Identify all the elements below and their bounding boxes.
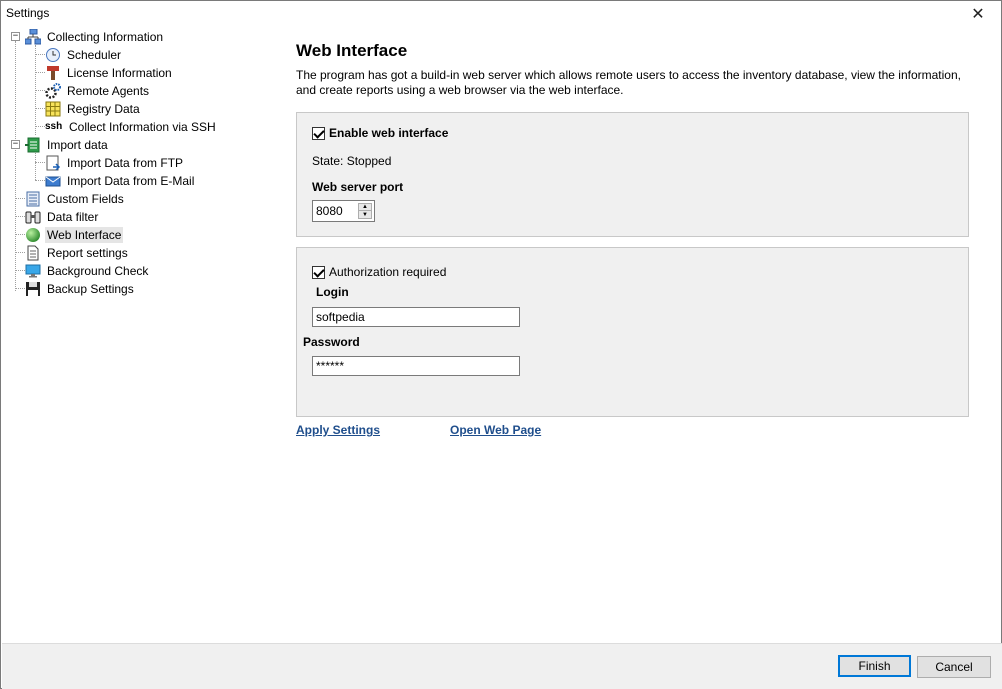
tree-item-label: Collect Information via SSH xyxy=(69,120,216,134)
import-icon xyxy=(25,137,41,153)
checkbox-check-icon xyxy=(312,265,325,279)
list-icon xyxy=(25,191,41,207)
report-icon xyxy=(25,245,41,261)
title-bar: Settings ✕ xyxy=(1,1,1001,27)
tree-connector xyxy=(35,180,45,181)
tree-item-import-email[interactable]: Import Data from E-Mail xyxy=(45,172,196,190)
tree-item-label: Import Data from E-Mail xyxy=(67,174,195,188)
tree-item-label: Web Interface xyxy=(45,227,124,243)
ssh-icon: ssh xyxy=(45,121,63,132)
page-description: The program has got a build-in web serve… xyxy=(296,68,961,97)
tree-item-license-information[interactable]: License Information xyxy=(45,64,174,82)
close-icon[interactable]: ✕ xyxy=(955,1,1001,27)
tree-connector xyxy=(15,270,25,271)
apply-settings-link[interactable]: Apply Settings xyxy=(296,423,380,437)
globe-icon xyxy=(25,227,41,243)
login-field[interactable] xyxy=(312,307,520,327)
tree-connector xyxy=(35,126,45,127)
tree-connector xyxy=(35,162,45,163)
collapse-icon[interactable]: − xyxy=(11,32,20,41)
spin-down-icon[interactable]: ▼ xyxy=(359,211,371,218)
server-state-text: State: Stopped xyxy=(312,154,392,168)
tree-item-background-check[interactable]: Background Check xyxy=(25,262,150,280)
tree-item-collect-ssh[interactable]: ssh Collect Information via SSH xyxy=(45,118,218,136)
tree-item-label: Registry Data xyxy=(67,102,140,116)
tree-item-label: Import data xyxy=(47,138,108,152)
tree-item-web-interface[interactable]: Web Interface xyxy=(25,226,124,244)
tree-item-import-ftp[interactable]: Import Data from FTP xyxy=(45,154,185,172)
tree-item-collecting-information[interactable]: Collecting Information xyxy=(24,28,165,46)
tree-connector xyxy=(35,153,36,180)
spin-up-icon[interactable]: ▲ xyxy=(359,204,371,211)
settings-tree: − − Collecting Information Scheduler Lic… xyxy=(2,28,280,642)
enable-web-interface-checkbox[interactable]: Enable web interface xyxy=(312,126,448,140)
window-title: Settings xyxy=(6,6,50,20)
tree-item-label: Scheduler xyxy=(67,48,122,62)
tree-connector xyxy=(15,198,25,199)
binoculars-icon xyxy=(25,209,41,225)
spinner-arrows[interactable]: ▲ ▼ xyxy=(358,203,372,219)
collapse-icon[interactable]: − xyxy=(11,140,20,149)
network-icon xyxy=(24,28,42,45)
gears-icon xyxy=(45,83,61,99)
ftp-import-icon xyxy=(45,155,61,171)
tree-connector xyxy=(15,252,25,253)
authorization-required-label: Authorization required xyxy=(329,265,447,279)
monitor-icon xyxy=(25,263,41,279)
tree-item-data-filter[interactable]: Data filter xyxy=(25,208,100,226)
clock-icon xyxy=(45,47,61,63)
tree-item-registry-data[interactable]: Registry Data xyxy=(45,100,142,118)
mail-import-icon xyxy=(45,173,61,189)
tree-item-remote-agents[interactable]: Remote Agents xyxy=(45,82,151,100)
finish-button[interactable]: Finish xyxy=(838,655,911,677)
dialog-footer: Finish Cancel xyxy=(2,643,1002,689)
tree-connector xyxy=(35,90,45,91)
login-input[interactable] xyxy=(313,308,519,326)
tree-connector xyxy=(15,234,25,235)
password-label: Password xyxy=(303,335,360,349)
tree-connector xyxy=(35,108,45,109)
tree-item-label: License Information xyxy=(67,66,172,80)
port-value: 8080 xyxy=(316,204,343,218)
password-input[interactable] xyxy=(313,357,519,375)
enable-web-interface-label: Enable web interface xyxy=(329,126,449,140)
tree-item-label: Remote Agents xyxy=(67,84,150,98)
tree-item-label: Backup Settings xyxy=(47,282,134,296)
login-label: Login xyxy=(316,285,349,299)
server-panel: Enable web interface State: Stopped Web … xyxy=(296,112,969,237)
tree-connector xyxy=(35,54,45,55)
floppy-icon xyxy=(25,281,41,297)
tree-item-label: Import Data from FTP xyxy=(67,156,184,170)
tree-item-backup-settings[interactable]: Backup Settings xyxy=(25,280,136,298)
tree-connector xyxy=(15,288,25,289)
settings-window: Settings ✕ − − Collecting Information Sc… xyxy=(0,0,1002,689)
tree-item-import-data[interactable]: Import data xyxy=(25,136,110,154)
tree-connector xyxy=(15,41,16,291)
tree-item-label: Data filter xyxy=(47,210,99,224)
tree-connector xyxy=(35,72,45,73)
open-web-page-link[interactable]: Open Web Page xyxy=(450,423,541,437)
grid-icon xyxy=(45,101,61,117)
license-icon xyxy=(45,65,61,81)
tree-item-label: Background Check xyxy=(47,264,149,278)
tree-item-label: Collecting Information xyxy=(47,30,164,44)
authorization-required-checkbox[interactable]: Authorization required xyxy=(312,265,446,279)
tree-item-label: Report settings xyxy=(47,246,128,260)
tree-item-custom-fields[interactable]: Custom Fields xyxy=(25,190,126,208)
tree-item-report-settings[interactable]: Report settings xyxy=(25,244,130,262)
web-interface-page: Web Interface The program has got a buil… xyxy=(282,28,1001,642)
auth-panel: Authorization required Login Password xyxy=(296,247,969,417)
tree-item-label: Custom Fields xyxy=(47,192,124,206)
port-spinner[interactable]: 8080 ▲ ▼ xyxy=(312,200,375,222)
tree-connector xyxy=(15,216,25,217)
password-field[interactable] xyxy=(312,356,520,376)
tree-item-scheduler[interactable]: Scheduler xyxy=(45,46,123,64)
page-title: Web Interface xyxy=(296,41,408,60)
cancel-button[interactable]: Cancel xyxy=(917,656,991,678)
checkbox-check-icon xyxy=(312,126,325,140)
port-label: Web server port xyxy=(312,180,404,194)
